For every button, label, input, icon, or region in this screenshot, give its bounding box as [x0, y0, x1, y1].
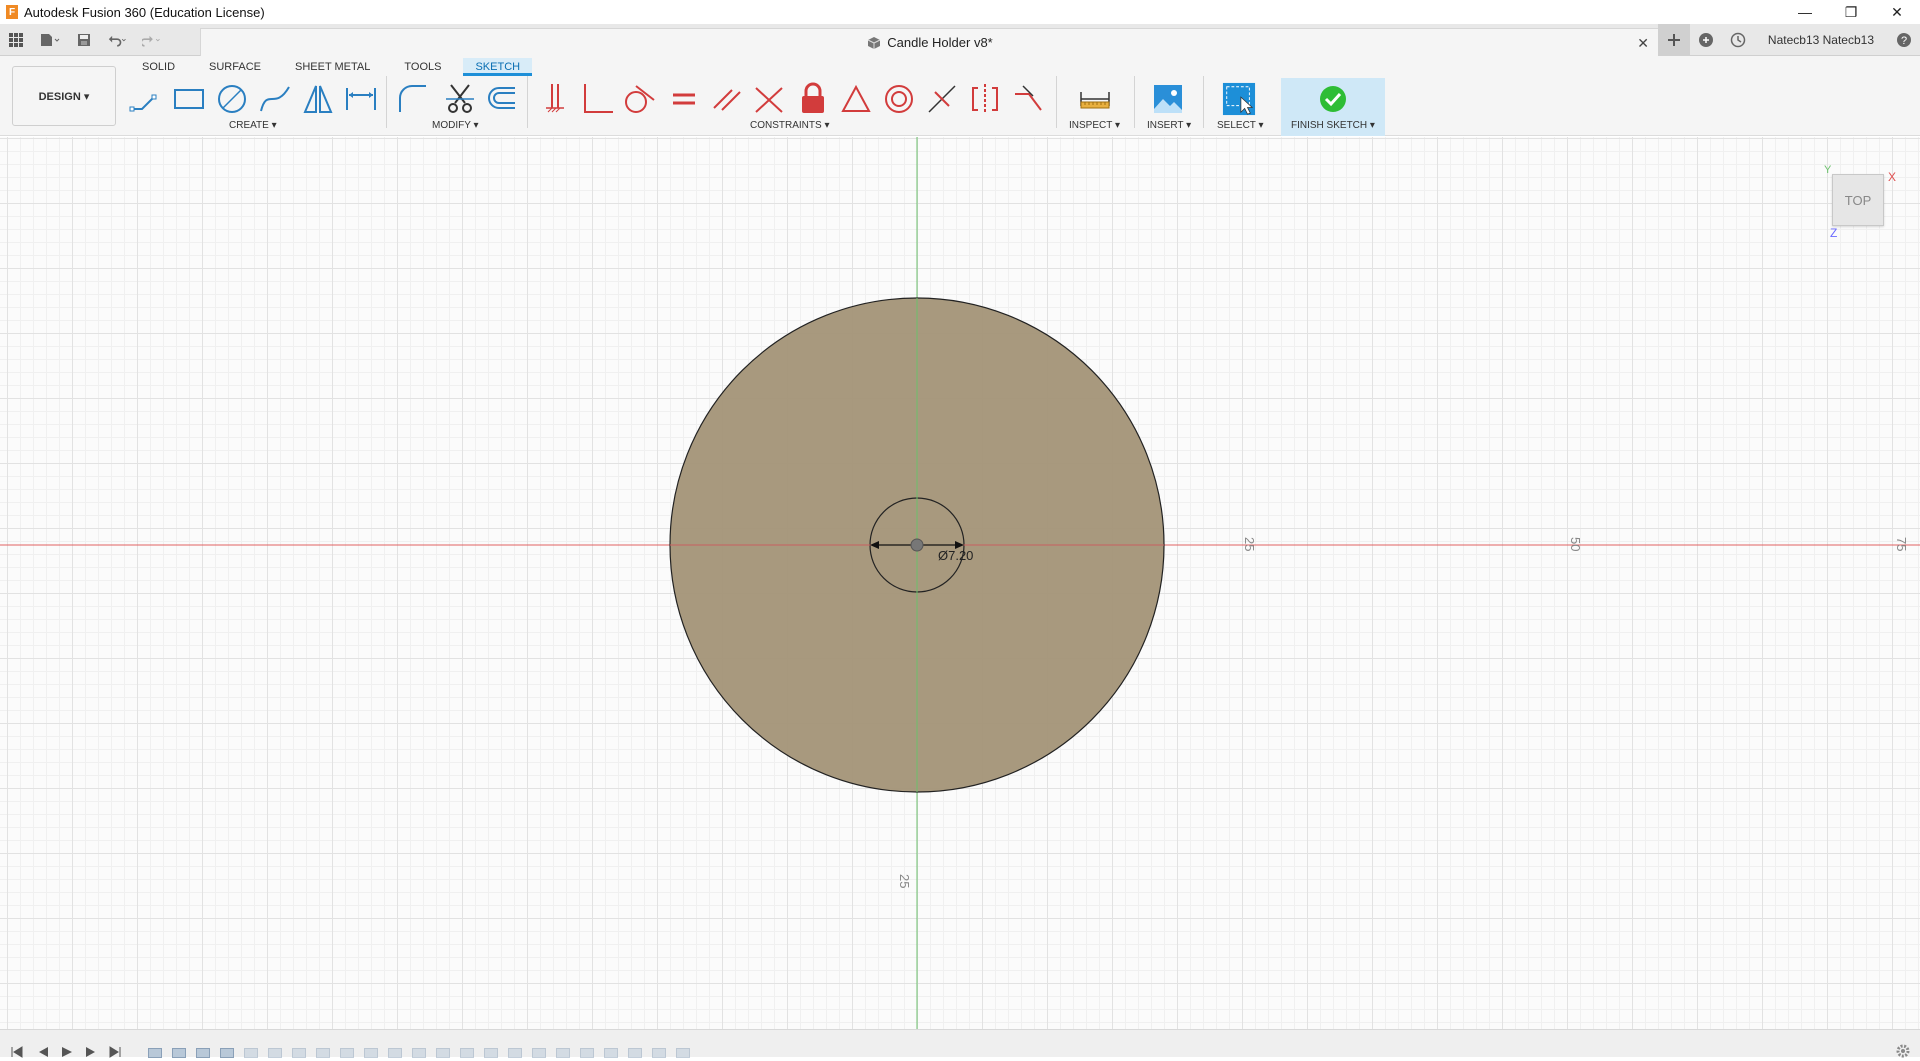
sketch-dimension-tool-icon[interactable] [344, 82, 378, 116]
undo-icon[interactable] [108, 30, 128, 50]
finish-sketch-checkmark-icon[interactable] [1316, 82, 1350, 116]
create-group-label[interactable]: CREATE ▾ [229, 120, 277, 131]
minimize-button[interactable]: — [1782, 0, 1828, 24]
design-canvas[interactable]: Ø7.20 25 50 75 25 [0, 137, 1920, 1029]
constraints-group-label[interactable]: CONSTRAINTS ▾ [750, 120, 829, 131]
mirror-tool-icon[interactable] [301, 82, 335, 116]
horizontal-vertical-constraint-icon[interactable] [538, 82, 572, 116]
spline-tool-icon[interactable] [258, 82, 292, 116]
timeline-play-icon[interactable] [60, 1046, 74, 1058]
close-window-button[interactable]: ✕ [1874, 0, 1920, 24]
user-account-name[interactable]: Natecb13 Natecb13 [1768, 33, 1874, 47]
circle-tool-icon[interactable] [215, 82, 249, 116]
tab-sheet-metal[interactable]: SHEET METAL [283, 58, 382, 76]
timeline-bar [0, 1029, 1920, 1058]
close-tab-button[interactable]: ✕ [1637, 35, 1649, 52]
ribbon-separator [1203, 76, 1204, 128]
triangle-constraint-icon[interactable] [839, 82, 873, 116]
viewcube-axis-z-label: Z [1830, 226, 1838, 240]
timeline-next-icon[interactable] [84, 1046, 98, 1058]
viewcube-axis-y-label: Y [1824, 164, 1832, 176]
tab-solid[interactable]: SOLID [130, 58, 187, 76]
modify-group-label[interactable]: MODIFY ▾ [432, 120, 479, 131]
workspace-switcher-button[interactable]: DESIGN ▾ [12, 66, 116, 126]
sketch-geometry: Ø7.20 25 50 75 25 [0, 137, 1920, 1029]
offset-tool-icon[interactable] [485, 82, 519, 116]
ribbon-tabs: SOLID SURFACE SHEET METAL TOOLS SKETCH [130, 58, 542, 76]
timeline-first-icon[interactable] [10, 1046, 24, 1058]
svg-text:?: ? [1901, 35, 1907, 47]
tab-tools[interactable]: TOOLS [392, 58, 453, 76]
trim-scissors-icon[interactable] [443, 82, 477, 116]
toolbar-ribbon: DESIGN ▾ SOLID SURFACE SHEET METAL TOOLS… [0, 56, 1920, 136]
file-menu-icon[interactable] [40, 30, 60, 50]
ruler-label-x-75: 75 [1894, 537, 1909, 551]
line-tool-icon[interactable] [129, 82, 163, 116]
fusion-logo-icon: F [6, 5, 18, 19]
ruler-label-y-25: 25 [897, 874, 912, 888]
document-tab[interactable]: Candle Holder v8* ✕ [200, 28, 1660, 56]
component-box-icon [868, 36, 881, 49]
perpendicular-constraint-icon[interactable] [581, 82, 615, 116]
ribbon-separator [527, 76, 528, 128]
timeline-settings-gear-icon[interactable] [1896, 1044, 1910, 1061]
quick-access-toolbar [6, 30, 162, 50]
help-icon[interactable]: ? [1888, 24, 1920, 56]
symmetry-constraint-icon[interactable] [968, 82, 1002, 116]
fillet-tool-icon[interactable] [396, 82, 430, 116]
viewcube-axis-x-label: X [1888, 170, 1897, 184]
viewcube-top[interactable]: TOP [1832, 174, 1884, 226]
ribbon-separator [1134, 76, 1135, 128]
window-title: Autodesk Fusion 360 (Education License) [24, 4, 265, 20]
redo-icon[interactable] [142, 30, 162, 50]
new-tab-plus-icon[interactable] [1657, 24, 1690, 56]
job-status-icon[interactable] [1722, 24, 1754, 56]
appbar-right-controls: Natecb13 Natecb13 ? [1657, 24, 1920, 56]
equal-constraint-icon[interactable] [667, 82, 701, 116]
tangent-constraint-icon[interactable] [622, 82, 656, 116]
ribbon-separator [386, 76, 387, 128]
midpoint-constraint-icon[interactable] [925, 82, 959, 116]
select-group-label[interactable]: SELECT ▾ [1217, 120, 1264, 131]
measure-ruler-icon[interactable] [1078, 82, 1112, 116]
tab-sketch[interactable]: SKETCH [463, 58, 533, 76]
timeline-last-icon[interactable] [108, 1046, 122, 1058]
concentric-constraint-icon[interactable] [882, 82, 916, 116]
insert-image-icon[interactable] [1151, 82, 1185, 116]
parallel-constraint-icon[interactable] [710, 82, 744, 116]
window-controls: — ❐ ✕ [1782, 0, 1920, 24]
data-panel-grid-icon[interactable] [6, 30, 26, 50]
curvature-constraint-icon[interactable] [1011, 82, 1045, 116]
select-cursor-icon[interactable] [1222, 82, 1256, 116]
timeline-previous-icon[interactable] [36, 1046, 50, 1058]
insert-group-label[interactable]: INSERT ▾ [1147, 120, 1191, 131]
fix-lock-icon[interactable] [796, 82, 830, 116]
save-icon[interactable] [74, 30, 94, 50]
application-bar: Candle Holder v8* ✕ Natecb13 Natecb13 ? [0, 24, 1920, 56]
window-titlebar: F Autodesk Fusion 360 (Education License… [0, 0, 1920, 24]
finish-sketch-group-label[interactable]: FINISH SKETCH ▾ [1291, 120, 1375, 131]
inspect-group-label[interactable]: INSPECT ▾ [1069, 120, 1120, 131]
diameter-dimension-label[interactable]: Ø7.20 [938, 548, 973, 563]
origin-point[interactable] [910, 538, 924, 552]
ribbon-separator [1056, 76, 1057, 128]
ruler-label-x-50: 50 [1568, 537, 1583, 551]
document-tab-title: Candle Holder v8* [887, 35, 993, 50]
rectangle-tool-icon[interactable] [172, 82, 206, 116]
ruler-label-x-25: 25 [1242, 537, 1257, 551]
coincident-constraint-icon[interactable] [752, 82, 786, 116]
tab-surface[interactable]: SURFACE [197, 58, 273, 76]
extensions-icon[interactable] [1690, 24, 1722, 56]
restore-button[interactable]: ❐ [1828, 0, 1874, 24]
